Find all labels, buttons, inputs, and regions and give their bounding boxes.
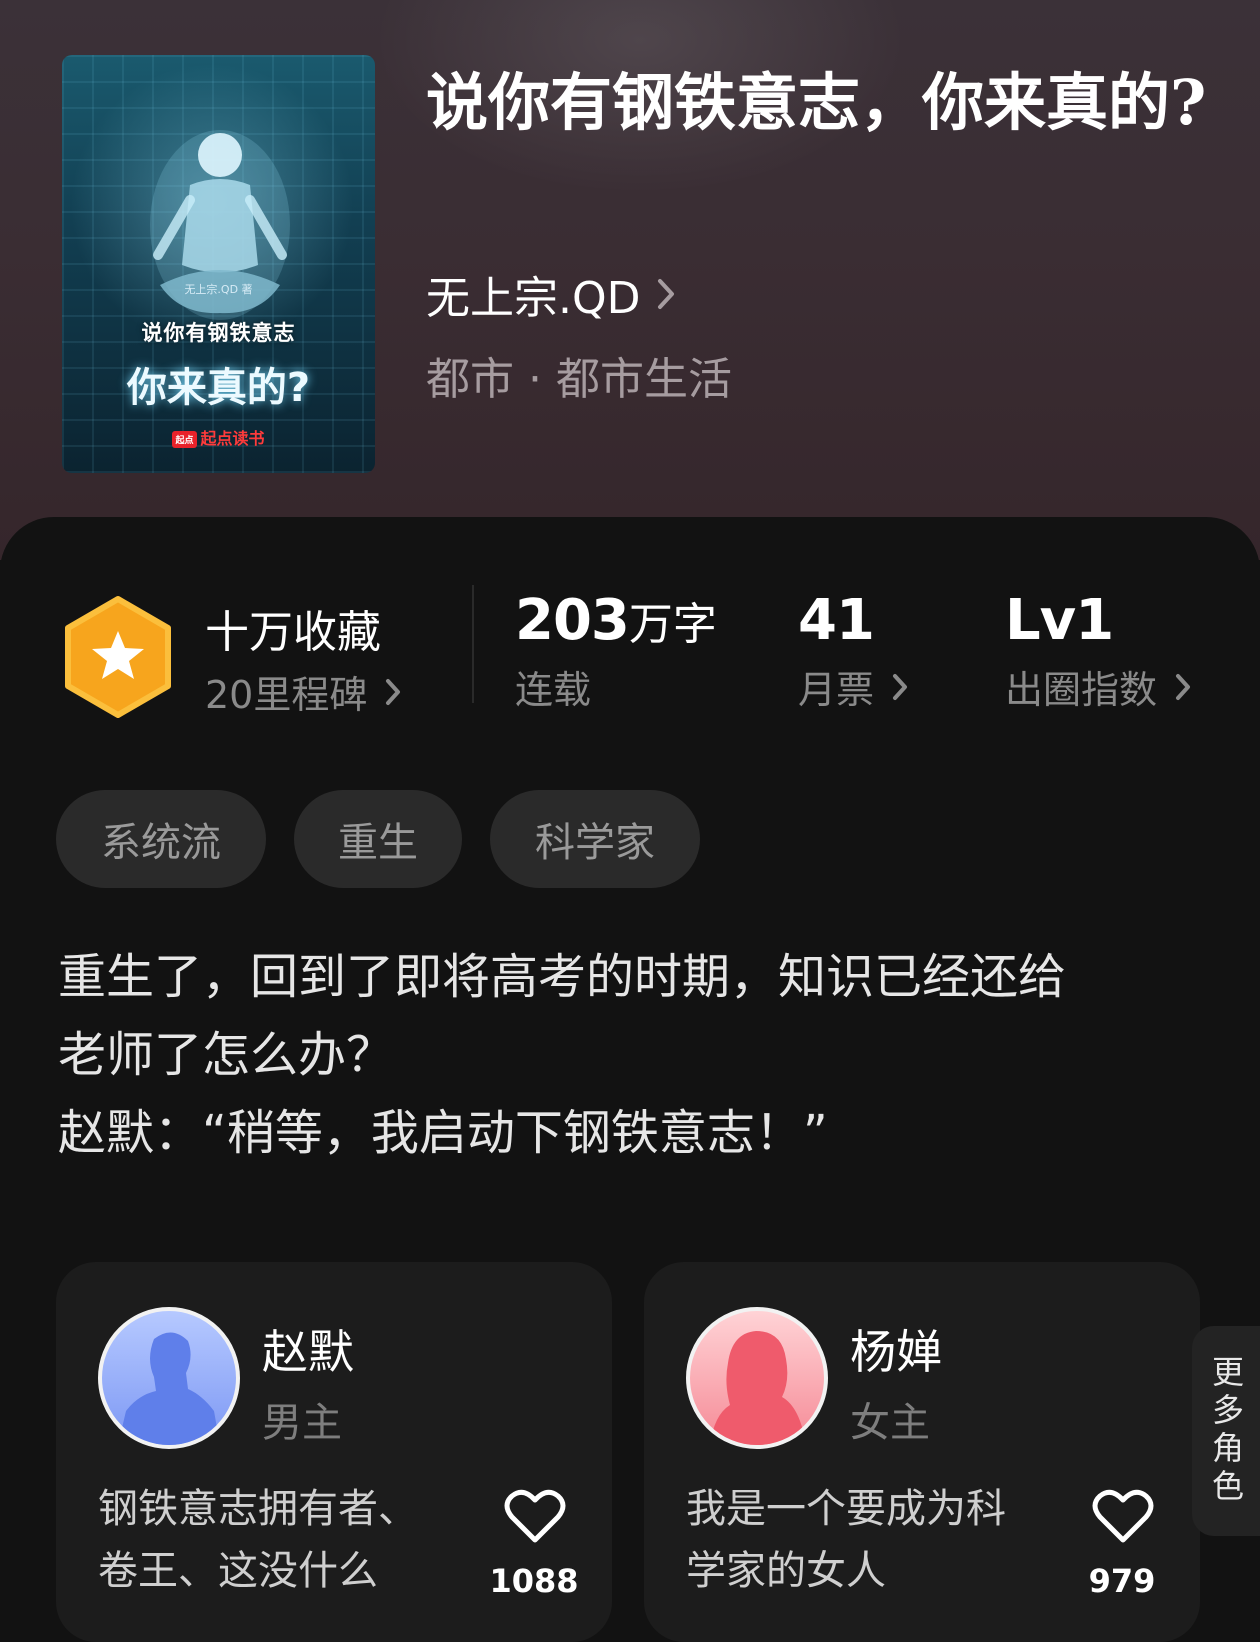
word-count-stat: 203万字 连载 [515,588,717,714]
description-line: 卷王、这没什么 [98,1548,378,1594]
character-role: 男主 [262,1400,342,1446]
author-name: 无上宗.QD [426,273,641,324]
character-card[interactable]: 杨婵 女主 我是一个要成为科 学家的女人 979 [644,1262,1200,1642]
monthly-ticket-stat[interactable]: 41 月票 [798,588,908,714]
cover-brand: 起点 起点读书 [62,425,375,449]
cover-title-line2: 你来真的? [126,365,311,411]
like-count: 1088 [489,1562,579,1600]
cover-figure-illustration [150,130,290,320]
like-count: 979 [1088,1562,1156,1600]
description-line: 我是一个要成为科 [686,1486,1006,1532]
influence-index-value: Lv1 [1005,588,1114,653]
chevron-right-icon [386,678,401,705]
book-header: 无上宗.QD 著 说你有钢铁意志 你来真的? 起点 起点读书 说你有钢铁意志，你来… [0,0,1260,560]
tag-system[interactable]: 系统流 [56,790,266,888]
synopsis-line: 老师了怎么办？ [58,1027,395,1083]
avatar-female [686,1307,828,1449]
avatar-male [98,1307,240,1449]
heart-icon[interactable] [504,1488,566,1544]
collection-stat[interactable]: 十万收藏 20里程碑 [205,596,401,719]
chevron-right-icon [1176,673,1191,700]
character-description: 钢铁意志拥有者、 卷王、这没什么 [98,1478,438,1602]
more-characters-button[interactable]: 更多角色 [1192,1326,1260,1536]
qidian-logo-icon: 起点 [172,431,197,448]
tag-rebirth[interactable]: 重生 [294,790,462,888]
cover-brand-text: 起点读书 [200,429,265,448]
stats-divider [472,585,474,703]
description-line: 学家的女人 [686,1548,886,1594]
character-card[interactable]: 赵默 男主 钢铁意志拥有者、 卷王、这没什么 1088 [56,1262,612,1642]
character-description: 我是一个要成为科 学家的女人 [686,1478,1026,1602]
heart-icon[interactable] [1092,1488,1154,1544]
star-badge-icon [65,596,171,718]
author-link[interactable]: 无上宗.QD [426,262,675,326]
character-name: 杨婵 [850,1325,942,1379]
influence-index-stat[interactable]: Lv1 出圈指数 [1005,588,1191,714]
synopsis-line: 赵默：“稍等，我启动下钢铁意志！” [58,1105,828,1161]
more-characters-label: 更多角色 [1207,1355,1245,1507]
character-role: 女主 [850,1400,930,1446]
collection-title: 十万收藏 [205,607,381,658]
description-line: 钢铁意志拥有者、 [98,1486,418,1532]
word-count-value: 203 [515,588,630,653]
female-silhouette-icon [710,1331,806,1445]
character-name: 赵默 [262,1325,354,1379]
milestone-text: 20里程碑 [205,673,368,717]
book-cover[interactable]: 无上宗.QD 著 说你有钢铁意志 你来真的? 起点 起点读书 [62,55,375,473]
chevron-right-icon [657,279,674,309]
book-synopsis[interactable]: 重生了，回到了即将高考的时期，知识已经还给 老师了怎么办？ 赵默：“稍等，我启动… [58,938,1218,1172]
book-title: 说你有钢铁意志，你来真的? [426,66,1207,139]
milestone-link: 20里程碑 [205,664,401,719]
serial-status: 连载 [515,668,592,712]
chevron-right-icon [893,673,908,700]
book-genre[interactable]: 都市 · 都市生活 [426,343,732,407]
influence-index-label: 出圈指数 [1005,668,1158,712]
monthly-ticket-label: 月票 [798,668,875,712]
tag-scientist[interactable]: 科学家 [490,790,700,888]
monthly-ticket-value: 41 [798,588,875,653]
cover-author: 无上宗.QD 著 [184,283,253,296]
synopsis-line: 重生了，回到了即将高考的时期，知识已经还给 [58,949,1067,1005]
male-silhouette-icon [118,1332,220,1445]
word-count-unit: 万字 [628,599,717,650]
cover-title-line1: 说你有钢铁意志 [141,321,296,345]
